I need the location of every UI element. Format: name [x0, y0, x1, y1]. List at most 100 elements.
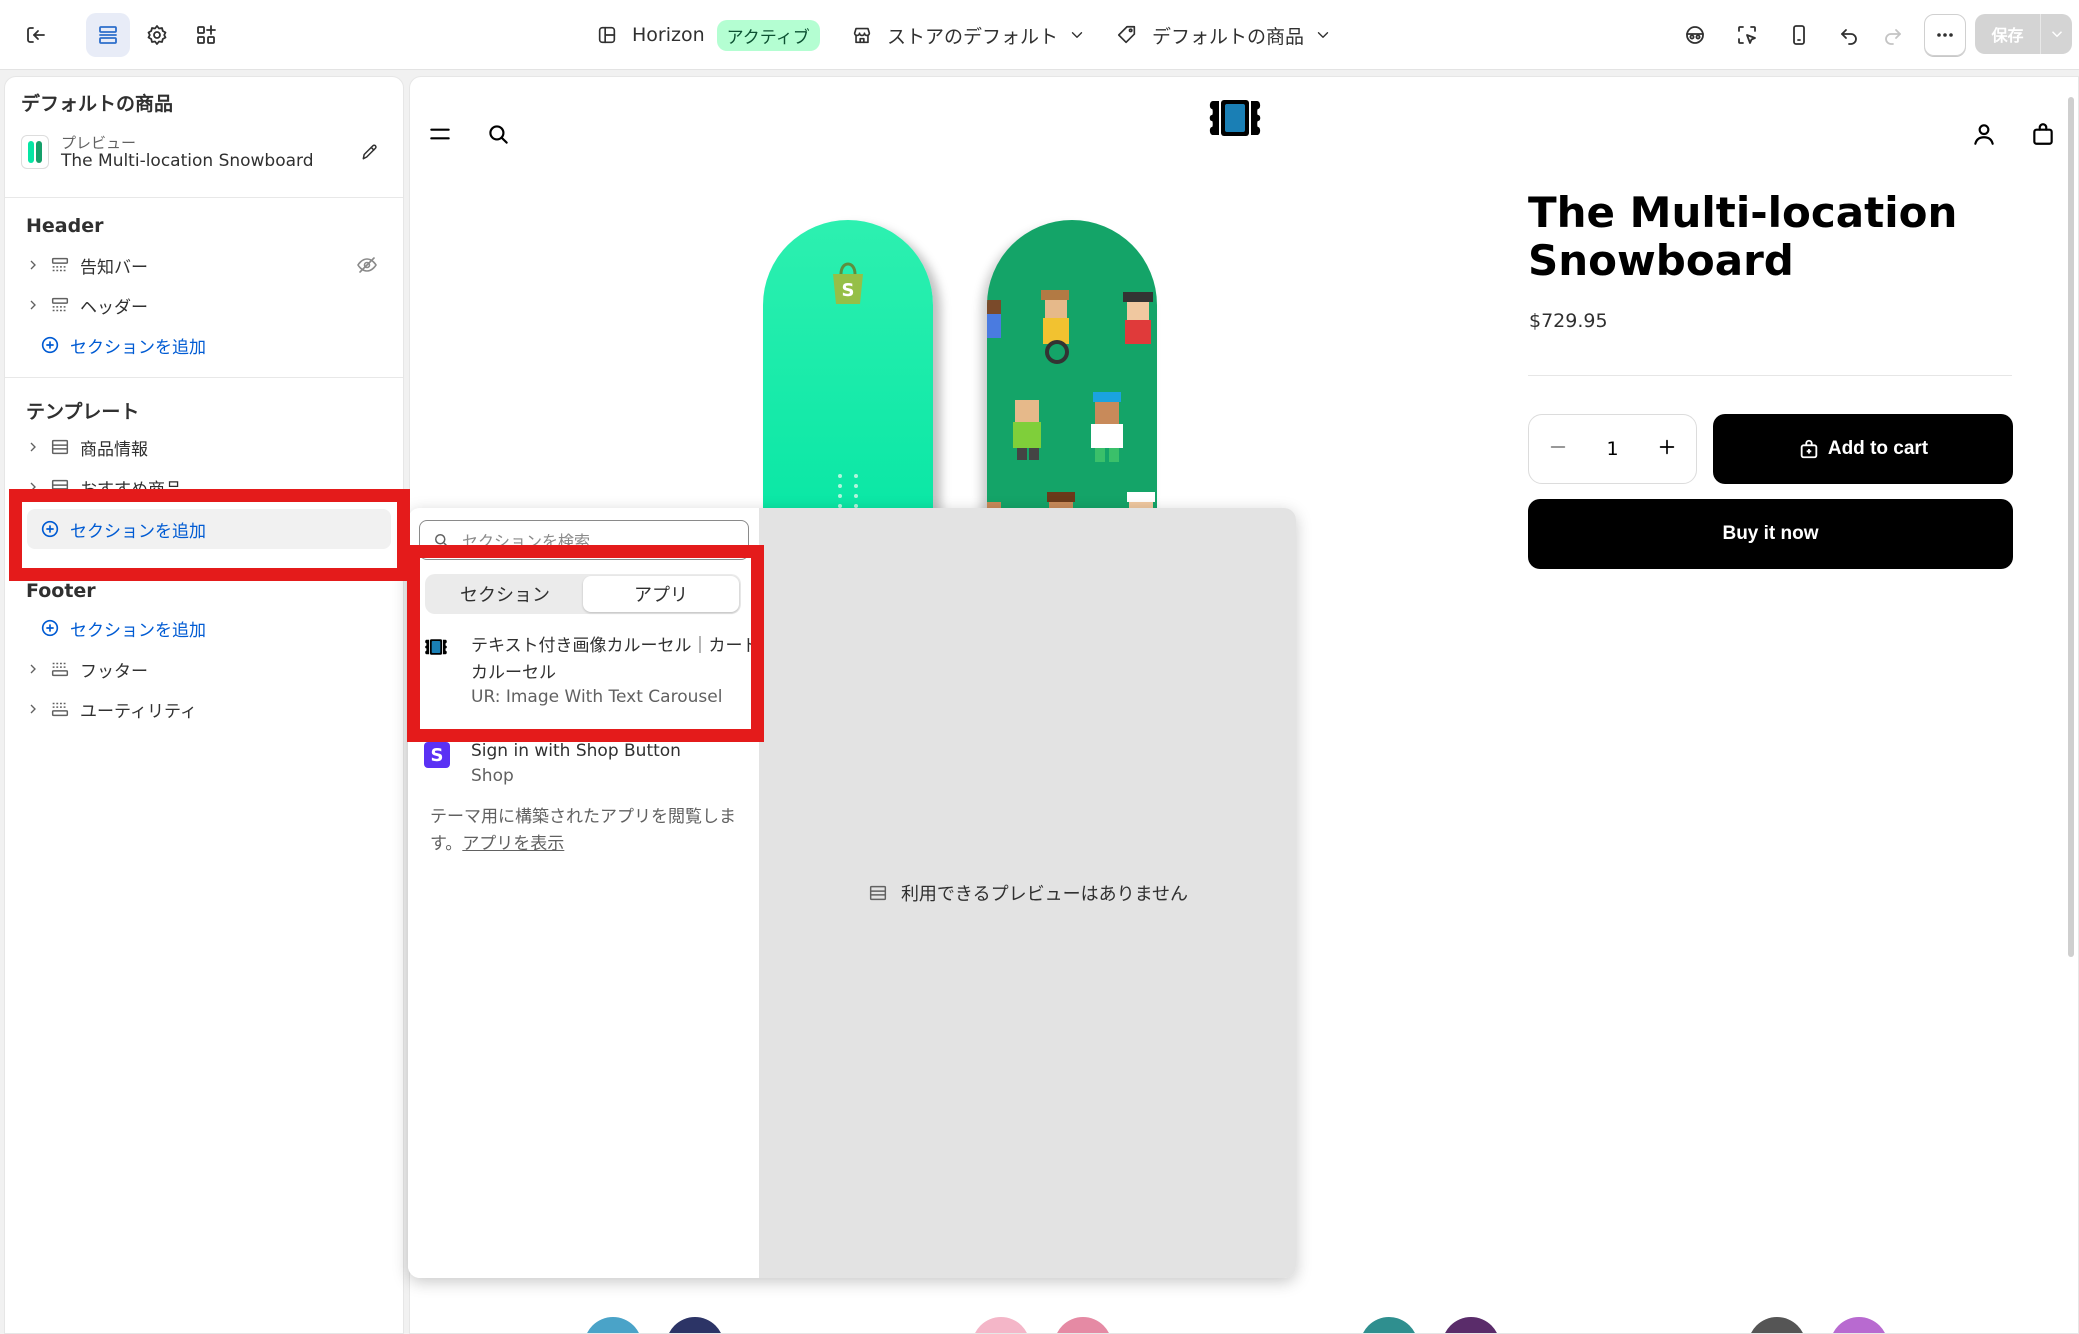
- product-swatch[interactable]: [1360, 1317, 1418, 1333]
- sidebar-item-label: ユーティリティ: [80, 701, 197, 722]
- highlight-app-item: [407, 545, 764, 742]
- group-title-header: Header: [26, 215, 104, 237]
- pencil-icon[interactable]: [355, 137, 385, 167]
- inspector-icon[interactable]: [1673, 13, 1717, 57]
- sidebar-item-utility[interactable]: ユーティリティ: [21, 691, 391, 727]
- add-to-cart-button[interactable]: Add to cart: [1713, 414, 2013, 484]
- sidebar-item-announcement-bar[interactable]: 告知バー: [21, 247, 391, 283]
- section-icon: [49, 658, 71, 680]
- sidebar-item-label: 商品情報: [80, 439, 148, 460]
- sidebar: デフォルトの商品 プレビュー The Multi-location Snowbo…: [4, 76, 404, 1334]
- app-vendor: Shop: [471, 766, 514, 786]
- cart-bag-icon[interactable]: [2027, 118, 2059, 150]
- save-button-group: 保存: [1975, 14, 2072, 54]
- search-icon[interactable]: [482, 118, 514, 150]
- chevron-right-icon[interactable]: [25, 661, 41, 677]
- sidebar-item-label: フッター: [80, 661, 148, 682]
- eye-hidden-icon[interactable]: [355, 253, 379, 277]
- product-swatch[interactable]: [1442, 1317, 1500, 1333]
- sidebar-item-label: 告知バー: [80, 257, 148, 278]
- theme-status-badge: アクティブ: [716, 19, 820, 51]
- store-logo[interactable]: [1207, 98, 1263, 138]
- store-dropdown[interactable]: ストアのデフォルト: [851, 16, 1086, 54]
- section-icon: [869, 885, 887, 901]
- snowboard-pixel-people-image: [987, 220, 1157, 550]
- sidebar-title: デフォルトの商品: [21, 93, 174, 115]
- top-bar: Horizon アクティブ ストアのデフォルト デフォルトの商品 保存: [0, 0, 2079, 70]
- chevron-down-icon: [1317, 32, 1329, 38]
- preview-label: プレビュー: [61, 134, 137, 152]
- product-thumbnail: [21, 135, 49, 169]
- chevron-down-icon: [1071, 32, 1083, 38]
- product-title: The Multi-location Snowboard: [1528, 188, 1958, 285]
- divider: [1528, 375, 2012, 376]
- section-icon: [49, 698, 71, 720]
- plus-circle-icon: [41, 336, 59, 354]
- menu-icon[interactable]: [424, 118, 456, 150]
- preview-product-name: The Multi-location Snowboard: [61, 151, 314, 171]
- section-icon: [49, 254, 71, 276]
- tag-icon: [1117, 25, 1136, 44]
- account-icon[interactable]: [1968, 118, 2000, 150]
- add-to-cart-label: Add to cart: [1827, 438, 1929, 459]
- sidebar-item-label: ヘッダー: [80, 297, 148, 318]
- sidebar-item-footer[interactable]: フッター: [21, 651, 391, 687]
- app-name: Sign in with Shop Button: [471, 741, 681, 761]
- template-dropdown[interactable]: デフォルトの商品: [1116, 16, 1332, 54]
- undo-icon[interactable]: [1827, 13, 1871, 57]
- browse-apps-text: テーマ用に構築されたアプリを閲覧します。アプリを表示: [430, 804, 750, 858]
- add-section-label: セクションを追加: [70, 620, 206, 641]
- product-swatch[interactable]: [666, 1317, 724, 1333]
- product-swatch[interactable]: [1054, 1317, 1112, 1333]
- product-swatch[interactable]: [972, 1317, 1030, 1333]
- pixel-people-pattern: [987, 290, 1155, 522]
- settings-gear-icon[interactable]: [135, 13, 179, 57]
- product-swatch[interactable]: [1830, 1317, 1888, 1333]
- mobile-view-icon[interactable]: [1777, 13, 1821, 57]
- cart-plus-icon: [1800, 439, 1818, 459]
- svg-text:S: S: [842, 280, 855, 301]
- group-title-template: テンプレート: [26, 401, 140, 423]
- product-swatch[interactable]: [1748, 1317, 1806, 1333]
- chevron-right-icon[interactable]: [25, 701, 41, 717]
- preview-product-selector[interactable]: プレビュー The Multi-location Snowboard: [17, 129, 393, 177]
- section-icon: [49, 436, 71, 458]
- add-section-header-button[interactable]: セクションを追加: [39, 330, 206, 360]
- save-button[interactable]: 保存: [1975, 14, 2040, 54]
- binding-holes: [838, 474, 858, 508]
- sidebar-item-header[interactable]: ヘッダー: [21, 287, 391, 323]
- view-apps-link[interactable]: アプリを表示: [462, 834, 564, 854]
- redo-icon[interactable]: [1871, 13, 1915, 57]
- buy-now-button[interactable]: Buy it now: [1528, 499, 2013, 569]
- minus-icon[interactable]: [1547, 436, 1569, 463]
- quantity-value[interactable]: 1: [1606, 438, 1618, 460]
- no-preview-label: 利用できるプレビューはありません: [900, 884, 1189, 905]
- exit-icon[interactable]: [14, 13, 58, 57]
- save-dropdown-button[interactable]: [2040, 14, 2072, 54]
- chevron-right-icon[interactable]: [25, 439, 41, 455]
- sidebar-item-product-info[interactable]: 商品情報: [21, 429, 391, 465]
- store-dropdown-label: ストアのデフォルト: [887, 25, 1059, 48]
- preview-scrollbar[interactable]: [2068, 97, 2074, 957]
- chevron-right-icon[interactable]: [25, 257, 41, 273]
- section-icon: [49, 294, 71, 316]
- plus-icon[interactable]: [1656, 436, 1678, 463]
- select-element-icon[interactable]: [1725, 13, 1769, 57]
- product-swatch[interactable]: [584, 1317, 642, 1333]
- theme-layout-icon: [598, 26, 616, 44]
- theme-name: Horizon: [632, 24, 705, 46]
- theme-selector[interactable]: Horizon アクティブ: [596, 16, 820, 54]
- apps-grid-icon[interactable]: [184, 13, 228, 57]
- divider: [5, 197, 403, 198]
- more-options-icon[interactable]: [1924, 14, 1966, 56]
- add-section-footer-button[interactable]: セクションを追加: [39, 613, 206, 643]
- app-preview-panel: 利用できるプレビューはありません: [759, 508, 1296, 1278]
- store-icon: [853, 27, 871, 44]
- sections-icon[interactable]: [86, 13, 130, 57]
- template-dropdown-label: デフォルトの商品: [1152, 25, 1305, 48]
- chevron-down-icon: [2051, 31, 2062, 38]
- shopify-bag-icon: S: [833, 262, 863, 304]
- quantity-stepper[interactable]: 1: [1528, 414, 1697, 484]
- app-item-shop-sign-in[interactable]: S Sign in with Shop Button Shop: [424, 738, 754, 794]
- chevron-right-icon[interactable]: [25, 297, 41, 313]
